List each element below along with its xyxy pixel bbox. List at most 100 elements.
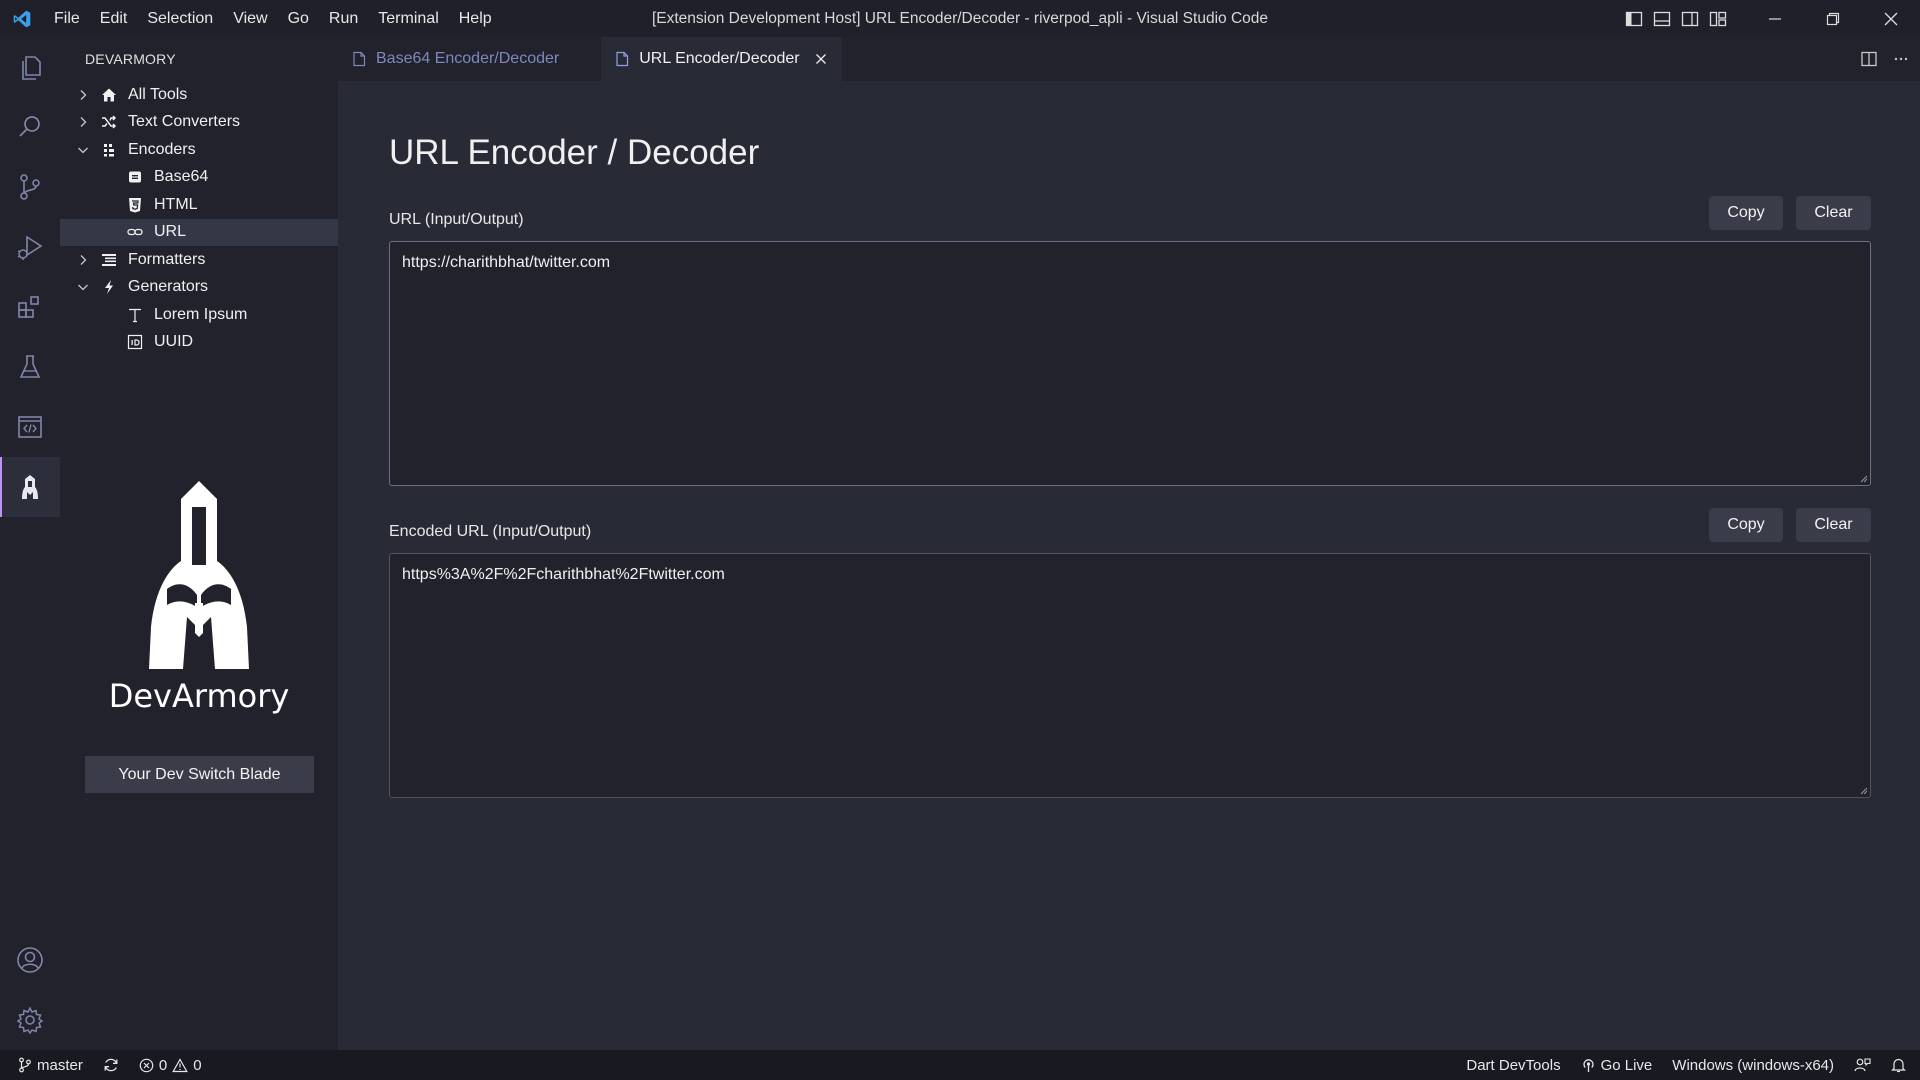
toggle-panel-icon[interactable] xyxy=(1648,0,1676,37)
menu-help[interactable]: Help xyxy=(449,0,502,37)
encoders-icon xyxy=(100,141,118,159)
activity-bar xyxy=(0,37,60,1050)
menu-file[interactable]: File xyxy=(44,0,90,37)
bolt-icon xyxy=(100,278,118,296)
git-branch-icon xyxy=(18,1057,32,1073)
text-t-icon xyxy=(126,306,144,324)
platform-indicator[interactable]: Windows (windows-x64) xyxy=(1662,1050,1844,1080)
menu-go[interactable]: Go xyxy=(278,0,319,37)
brand-block: DevArmory xyxy=(60,477,338,715)
encoded-url-textarea[interactable]: https%3A%2F%2Fcharithbhat%2Ftwitter.com xyxy=(389,553,1871,798)
status-bar: master 0 0 Dart DevTools Go Live Windows… xyxy=(0,1050,1920,1080)
window-title: [Extension Development Host] URL Encoder… xyxy=(651,10,1268,27)
tree-item-label: Encoders xyxy=(128,140,196,158)
tree-item-label: Generators xyxy=(128,278,209,296)
file-icon xyxy=(352,51,366,67)
url-input-label: URL (Input/Output) xyxy=(389,211,524,228)
copy-encoded-button[interactable]: Copy xyxy=(1709,508,1783,542)
more-actions-icon[interactable] xyxy=(1892,50,1910,68)
base64-icon xyxy=(126,168,144,186)
toggle-secondary-sidebar-icon[interactable] xyxy=(1676,0,1704,37)
list-icon xyxy=(100,251,118,269)
menu-selection[interactable]: Selection xyxy=(137,0,223,37)
problems-indicator[interactable]: 0 0 xyxy=(131,1050,210,1080)
tree-item-label: Lorem Ipsum xyxy=(154,305,248,323)
file-icon xyxy=(615,51,629,67)
tree-item-lorem-ipsum[interactable]: Lorem Ipsum xyxy=(60,301,338,329)
tree-item-encoders[interactable]: Encoders xyxy=(60,136,338,164)
menu-edit[interactable]: Edit xyxy=(90,0,138,37)
close-tab-icon[interactable] xyxy=(812,50,830,68)
split-editor-icon[interactable] xyxy=(1860,50,1878,68)
go-live-button[interactable]: Go Live xyxy=(1571,1050,1663,1080)
url-input-textarea[interactable]: https://charithbhat/twitter.com xyxy=(389,241,1871,486)
chevron-down-icon xyxy=(74,141,92,159)
restore-icon[interactable] xyxy=(1804,0,1862,37)
testing-icon[interactable] xyxy=(0,337,60,397)
sync-icon xyxy=(103,1057,119,1073)
encoded-url-value: https%3A%2F%2Fcharithbhat%2Ftwitter.com xyxy=(402,566,725,583)
title-bar: File Edit Selection View Go Run Terminal… xyxy=(0,0,1920,37)
devarmory-icon[interactable] xyxy=(0,457,60,517)
tree-item-base64[interactable]: Base64 xyxy=(60,164,338,192)
id-icon xyxy=(126,333,144,351)
tree-item-label: Text Converters xyxy=(128,113,241,131)
warning-icon xyxy=(172,1057,189,1073)
tree-item-text-converters[interactable]: Text Converters xyxy=(60,109,338,137)
sync-button[interactable] xyxy=(91,1050,131,1080)
tree-item-label: UUID xyxy=(154,333,194,351)
run-debug-icon[interactable] xyxy=(0,217,60,277)
menu-terminal[interactable]: Terminal xyxy=(368,0,448,37)
devarmory-sidebar: DEVARMORY All Tools Text Converters Enco… xyxy=(60,37,338,1050)
tree-item-label: URL xyxy=(154,223,187,241)
encoded-url-label: Encoded URL (Input/Output) xyxy=(389,523,592,540)
chevron-down-icon xyxy=(74,278,92,296)
minimize-icon[interactable] xyxy=(1746,0,1804,37)
tab-url-encoder-decoder[interactable]: URL Encoder/Decoder xyxy=(601,37,842,81)
tree-item-generators[interactable]: Generators xyxy=(60,274,338,302)
branch-indicator[interactable]: master xyxy=(0,1050,91,1080)
search-icon[interactable] xyxy=(0,97,60,157)
notifications-bell-icon[interactable] xyxy=(1881,1050,1920,1080)
clear-encoded-button[interactable]: Clear xyxy=(1796,508,1871,542)
account-icon[interactable] xyxy=(0,930,60,990)
vscode-logo-icon xyxy=(0,0,44,37)
url-encoder-webview: URL Encoder / Decoder URL (Input/Output)… xyxy=(338,81,1920,1050)
remote-explorer-icon[interactable] xyxy=(0,397,60,457)
tree-item-all-tools[interactable]: All Tools xyxy=(60,81,338,109)
feedback-icon[interactable] xyxy=(1844,1050,1881,1080)
tab-base64-encoder-decoder[interactable]: Base64 Encoder/Decoder xyxy=(338,37,601,81)
tree-item-label: Base64 xyxy=(154,168,209,186)
resize-grip-icon[interactable] xyxy=(1858,785,1868,795)
menu-view[interactable]: View xyxy=(223,0,277,37)
chevron-right-icon xyxy=(74,86,92,104)
extensions-icon[interactable] xyxy=(0,277,60,337)
customize-layout-icon[interactable] xyxy=(1704,0,1732,37)
clear-url-button[interactable]: Clear xyxy=(1796,196,1871,230)
warning-count: 0 xyxy=(193,1056,202,1074)
tree-item-formatters[interactable]: Formatters xyxy=(60,246,338,274)
menu-run[interactable]: Run xyxy=(319,0,368,37)
tree-item-url[interactable]: URL xyxy=(60,218,338,246)
settings-gear-icon[interactable] xyxy=(0,990,60,1050)
brand-name: DevArmory xyxy=(108,677,290,715)
url-input-value: https://charithbhat/twitter.com xyxy=(402,254,611,271)
sidebar-title: DEVARMORY xyxy=(85,51,176,67)
editor-tab-bar: Base64 Encoder/Decoder URL Encoder/Decod… xyxy=(338,37,1920,81)
toggle-primary-sidebar-icon[interactable] xyxy=(1620,0,1648,37)
tab-label: Base64 Encoder/Decoder xyxy=(376,50,560,67)
resize-grip-icon[interactable] xyxy=(1858,473,1868,483)
tree-item-html[interactable]: HTML xyxy=(60,191,338,219)
go-live-label: Go Live xyxy=(1600,1056,1653,1074)
explorer-icon[interactable] xyxy=(0,37,60,97)
close-window-icon[interactable] xyxy=(1862,0,1920,37)
source-control-icon[interactable] xyxy=(0,157,60,217)
copy-url-button[interactable]: Copy xyxy=(1709,196,1783,230)
error-count: 0 xyxy=(158,1056,168,1074)
tab-label: URL Encoder/Decoder xyxy=(639,50,800,67)
html5-icon xyxy=(126,196,144,214)
dart-devtools-button[interactable]: Dart DevTools xyxy=(1456,1050,1570,1080)
tree-item-label: Formatters xyxy=(128,250,206,268)
chevron-right-icon xyxy=(74,251,92,269)
tree-item-uuid[interactable]: UUID xyxy=(60,329,338,357)
